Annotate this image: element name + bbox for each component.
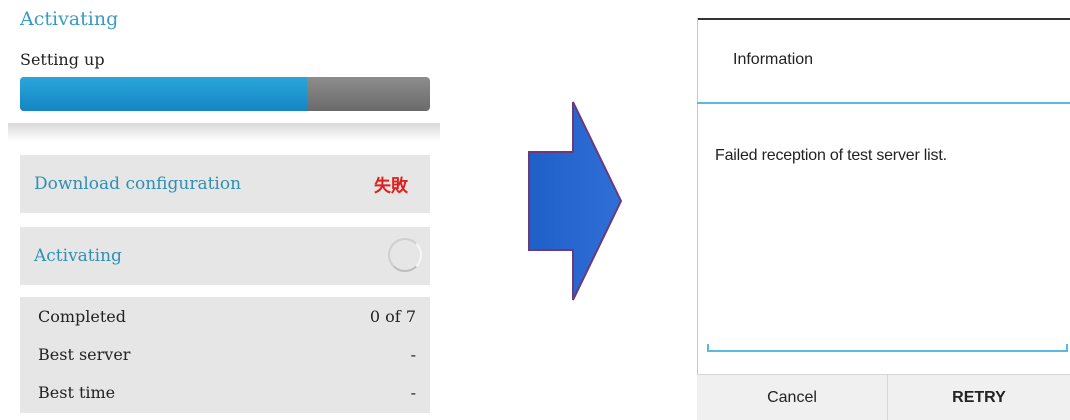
setup-progress-bar (20, 77, 430, 111)
activating-row[interactable]: Activating (20, 227, 430, 285)
stat-best-time: Best time - (20, 379, 430, 409)
progress-fill (20, 77, 307, 111)
stat-value: - (410, 345, 416, 364)
stat-value: 0 of 7 (369, 307, 416, 326)
dialog-title-divider (697, 102, 1070, 104)
dialog-left-border (697, 18, 698, 419)
setup-label: Setting up (20, 50, 105, 69)
dialog-message: Failed reception of test server list. (715, 147, 947, 164)
right-arrow-icon (528, 101, 623, 301)
download-configuration-row[interactable]: Download configuration 失敗 (20, 155, 430, 213)
stat-completed: Completed 0 of 7 (20, 303, 430, 333)
stat-label: Best time (38, 383, 116, 402)
download-configuration-label: Download configuration (34, 174, 242, 194)
stat-value: - (410, 383, 416, 402)
activating-label: Activating (34, 246, 122, 266)
stats-panel: Completed 0 of 7 Best server - Best time… (20, 297, 430, 413)
loading-spinner-icon (388, 238, 422, 272)
cancel-button[interactable]: Cancel (697, 375, 887, 420)
dialog-top-border (697, 18, 1070, 20)
retry-button[interactable]: RETRY (888, 375, 1070, 420)
dialog-content-frame (707, 344, 1068, 352)
stat-best-server: Best server - (20, 341, 430, 371)
divider (8, 123, 440, 141)
screen-title: Activating (20, 8, 119, 30)
information-dialog: Information Failed reception of test ser… (697, 18, 1070, 420)
failure-status: 失敗 (374, 176, 408, 197)
dialog-button-bar: Cancel RETRY (697, 374, 1070, 420)
stat-label: Best server (38, 345, 131, 364)
activation-screen: Activating Setting up Download configura… (0, 0, 440, 419)
dialog-title: Information (733, 51, 814, 68)
stat-label: Completed (38, 307, 127, 326)
